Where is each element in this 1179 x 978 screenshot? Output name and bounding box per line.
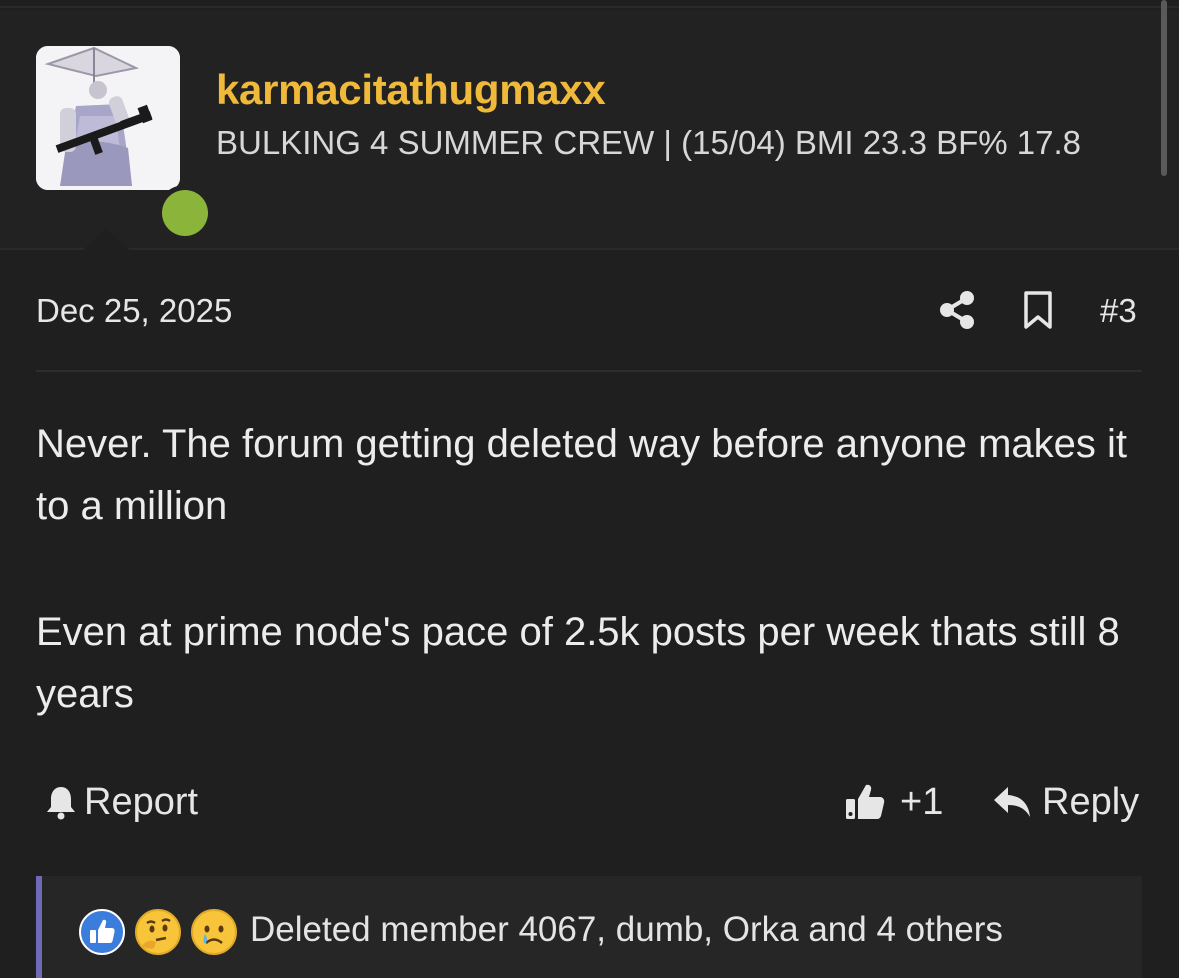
report-button[interactable]: Report <box>44 780 198 824</box>
avatar-container[interactable] <box>36 46 208 236</box>
reactions-bar[interactable]: Deleted member 4067, dumb, Orka and 4 ot… <box>36 876 1142 978</box>
reply-label: Reply <box>1042 780 1140 823</box>
thumbs-up-icon <box>846 784 885 819</box>
like-count: +1 <box>900 780 944 823</box>
top-divider <box>0 6 1179 8</box>
like-reaction-icon <box>79 909 125 955</box>
avatar-image <box>36 46 180 190</box>
post-paragraph: Even at prime node's pace of 2.5k posts … <box>36 610 1120 716</box>
bookmark-icon[interactable] <box>1022 290 1054 330</box>
report-label: Report <box>84 780 199 823</box>
reactions-summary[interactable]: Deleted member 4067, dumb, Orka and 4 ot… <box>250 910 1003 950</box>
avatar[interactable] <box>36 46 180 190</box>
reply-button[interactable]: Reply <box>992 780 1139 824</box>
online-status-dot <box>162 190 208 236</box>
reply-arrow-icon <box>994 787 1030 817</box>
post-number-link[interactable]: #3 <box>1100 292 1137 330</box>
username-link[interactable]: karmacitathugmaxx <box>216 66 606 114</box>
post-page: karmacitathugmaxx BULKING 4 SUMMER CREW … <box>0 0 1179 978</box>
meta-divider <box>36 370 1142 372</box>
post-user-header: karmacitathugmaxx BULKING 4 SUMMER CREW … <box>0 10 1179 260</box>
crying-face-icon <box>191 909 237 955</box>
share-icon[interactable] <box>938 290 976 330</box>
reaction-icons <box>78 908 238 958</box>
header-pointer <box>72 228 140 260</box>
thinking-face-icon <box>135 909 181 955</box>
user-title: BULKING 4 SUMMER CREW | (15/04) BMI 23.3… <box>216 124 1081 161</box>
bell-icon <box>47 787 75 820</box>
like-button[interactable]: +1 <box>844 780 943 824</box>
post-date[interactable]: Dec 25, 2025 <box>36 292 232 330</box>
post-paragraph: Never. The forum getting deleted way bef… <box>36 422 1127 528</box>
scrollbar-thumb[interactable] <box>1161 0 1167 176</box>
